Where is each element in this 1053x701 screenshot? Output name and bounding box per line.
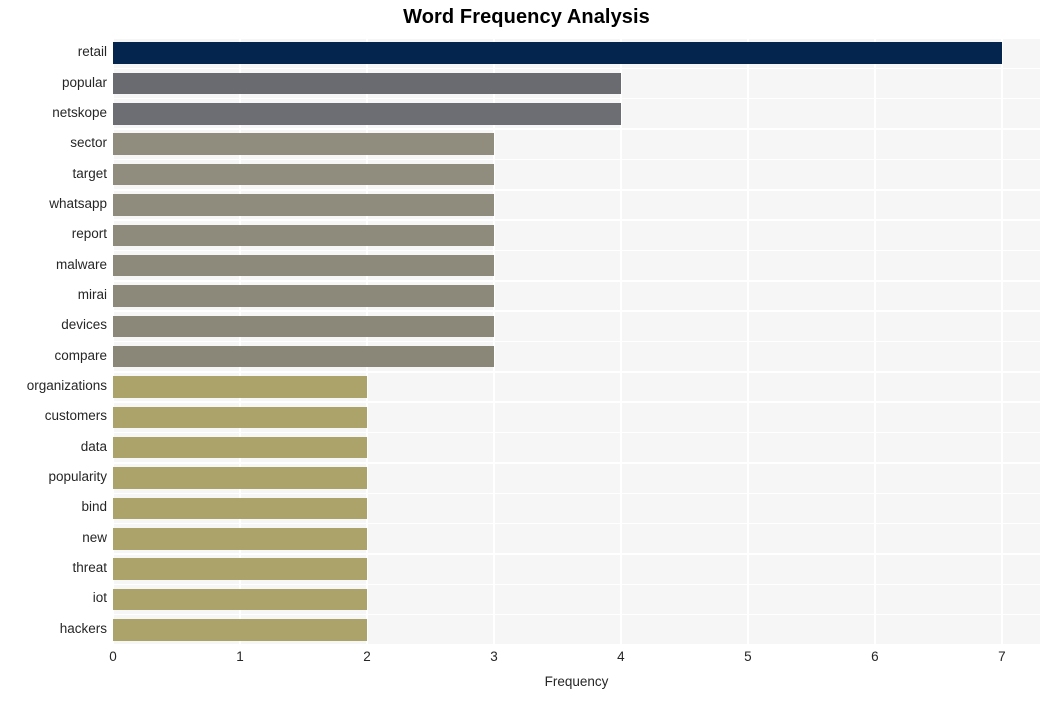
bar[interactable]: [113, 436, 367, 459]
bar[interactable]: [113, 194, 494, 216]
y-axis-tick-label: bind: [81, 499, 107, 515]
bar[interactable]: [113, 315, 494, 338]
y-axis-tick-label: hackers: [59, 620, 107, 636]
bar-row[interactable]: [113, 99, 1040, 129]
bar[interactable]: [113, 163, 494, 186]
bar-row[interactable]: [113, 220, 1040, 250]
x-axis-tick-label: 3: [490, 649, 498, 664]
bar-row[interactable]: [113, 493, 1040, 523]
bar-row[interactable]: [113, 38, 1040, 68]
bar[interactable]: [113, 72, 621, 95]
bar[interactable]: [113, 467, 367, 489]
y-axis-tick-label: sector: [70, 135, 107, 151]
x-axis-tick-label: 6: [871, 649, 879, 664]
bar-row[interactable]: [113, 463, 1040, 493]
word-frequency-chart: Word Frequency Analysis retail popular net…: [0, 0, 1053, 701]
y-axis-tick-label: data: [80, 438, 107, 454]
bar-row[interactable]: [113, 250, 1040, 280]
bar-row[interactable]: [113, 311, 1040, 341]
y-axis-tick-label: iot: [92, 590, 107, 606]
bar-row[interactable]: [113, 402, 1040, 432]
bar-row[interactable]: [113, 584, 1040, 614]
x-axis-tick-label: 7: [998, 649, 1006, 664]
y-axis-tick-label: target: [72, 165, 107, 181]
y-axis-tick-label: report: [71, 226, 107, 242]
bar[interactable]: [113, 406, 367, 429]
y-axis-tick-label: compare: [54, 347, 107, 363]
y-axis-tick-label: customers: [44, 408, 107, 424]
bar-row[interactable]: [113, 129, 1040, 159]
bar[interactable]: [113, 497, 367, 520]
bar[interactable]: [113, 558, 367, 580]
bar[interactable]: [113, 528, 367, 550]
x-axis-tick-label: 2: [363, 649, 371, 664]
y-axis-tick-label: netskope: [52, 104, 107, 120]
bar[interactable]: [113, 103, 621, 125]
bar-row[interactable]: [113, 159, 1040, 189]
page-title: Word Frequency Analysis: [403, 6, 650, 28]
x-axis-tick-label: 1: [236, 649, 244, 664]
y-axis-tick-label: threat: [72, 560, 107, 576]
bar[interactable]: [113, 42, 1002, 64]
y-axis-tick-label: whatsapp: [49, 195, 107, 211]
bar-row[interactable]: [113, 372, 1040, 402]
bar-row[interactable]: [113, 281, 1040, 311]
bar[interactable]: [113, 254, 494, 277]
bar-row[interactable]: [113, 68, 1040, 98]
bar[interactable]: [113, 133, 494, 155]
bar-row[interactable]: [113, 615, 1040, 645]
y-axis-tick-labels: retail popular netskope sector target whatsap…: [0, 38, 107, 645]
y-axis-tick-label: new: [82, 529, 107, 545]
y-axis-tick-label: retail: [77, 44, 107, 60]
bar-row[interactable]: [113, 342, 1040, 372]
bar[interactable]: [113, 376, 367, 398]
y-axis-tick-label: organizations: [26, 378, 107, 394]
plot-area: [112, 37, 1040, 646]
bar-row[interactable]: [113, 190, 1040, 220]
bar[interactable]: [113, 224, 494, 247]
x-axis-tick-labels: 0 1 2 3 4 5 6 7: [109, 649, 1040, 669]
y-axis-tick-label: malware: [55, 256, 107, 272]
x-axis-tick-label: 4: [617, 649, 625, 664]
bar[interactable]: [113, 588, 367, 611]
x-axis-tick-label: 5: [744, 649, 752, 664]
y-axis-tick-label: popular: [61, 74, 107, 90]
bar[interactable]: [113, 345, 494, 368]
bar[interactable]: [113, 619, 367, 641]
bar[interactable]: [113, 285, 494, 307]
y-axis-tick-label: devices: [61, 317, 107, 333]
x-axis-title: Frequency: [544, 674, 609, 689]
bar-row[interactable]: [113, 433, 1040, 463]
y-axis-tick-label: popularity: [48, 469, 107, 485]
x-axis-tick-label: 0: [109, 649, 117, 664]
bar-row[interactable]: [113, 524, 1040, 554]
bar-row[interactable]: [113, 554, 1040, 584]
y-axis-tick-label: mirai: [77, 286, 107, 302]
